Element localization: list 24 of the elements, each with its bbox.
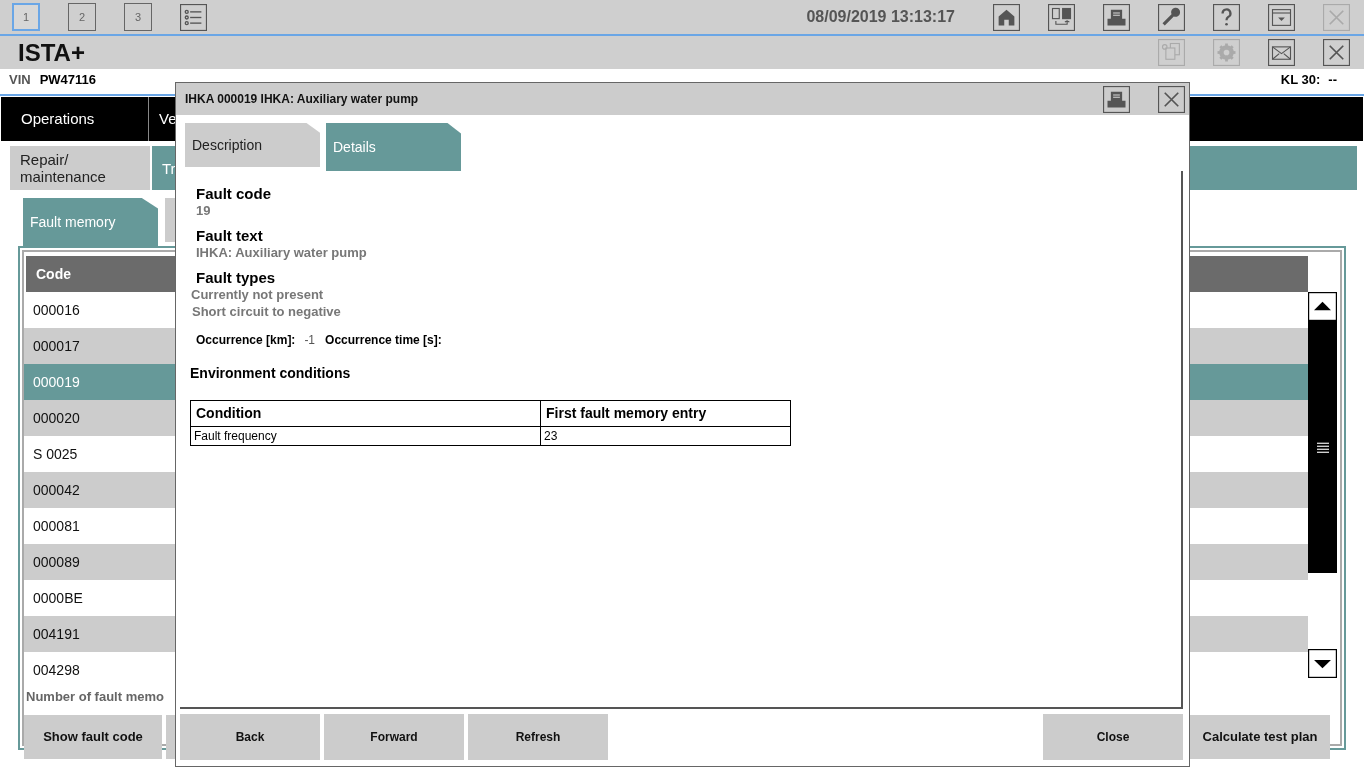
field-value: -- [1328, 70, 1337, 89]
field-value: PW47116 [39, 70, 98, 89]
date-time: 08/09/2019 13:13:17 [806, 7, 955, 27]
column-header: First fault memory entry [540, 400, 791, 427]
column-header: Condition [190, 400, 541, 427]
field-value: 19 [195, 203, 212, 219]
field-label: VIN [9, 70, 31, 89]
table-cell: Fault frequency [190, 426, 541, 446]
field-label: Fault types [195, 269, 277, 287]
field-label: Fault text [195, 227, 264, 245]
field-value: -1 [304, 332, 316, 349]
app-title: ISTA+ [18, 37, 85, 68]
field-value: Currently not present [191, 287, 325, 303]
table-cell: 23 [540, 426, 791, 446]
field-value: Short circuit to negative [192, 304, 342, 320]
field-label: Occurrence [km]: [196, 332, 296, 349]
dialog-title: IHKA 000019 IHKA: Auxiliary water pump [185, 91, 419, 108]
field-label: Fault code [195, 185, 272, 203]
column-header: Code [35, 264, 71, 284]
section-title: Environment conditions [190, 364, 352, 383]
field-label: KL 30: [1280, 70, 1321, 89]
status-label: Number of fault memo [25, 688, 165, 706]
field-label: Occurrence time [s]: [325, 332, 442, 349]
field-value: IHKA: Auxiliary water pump [195, 245, 368, 261]
